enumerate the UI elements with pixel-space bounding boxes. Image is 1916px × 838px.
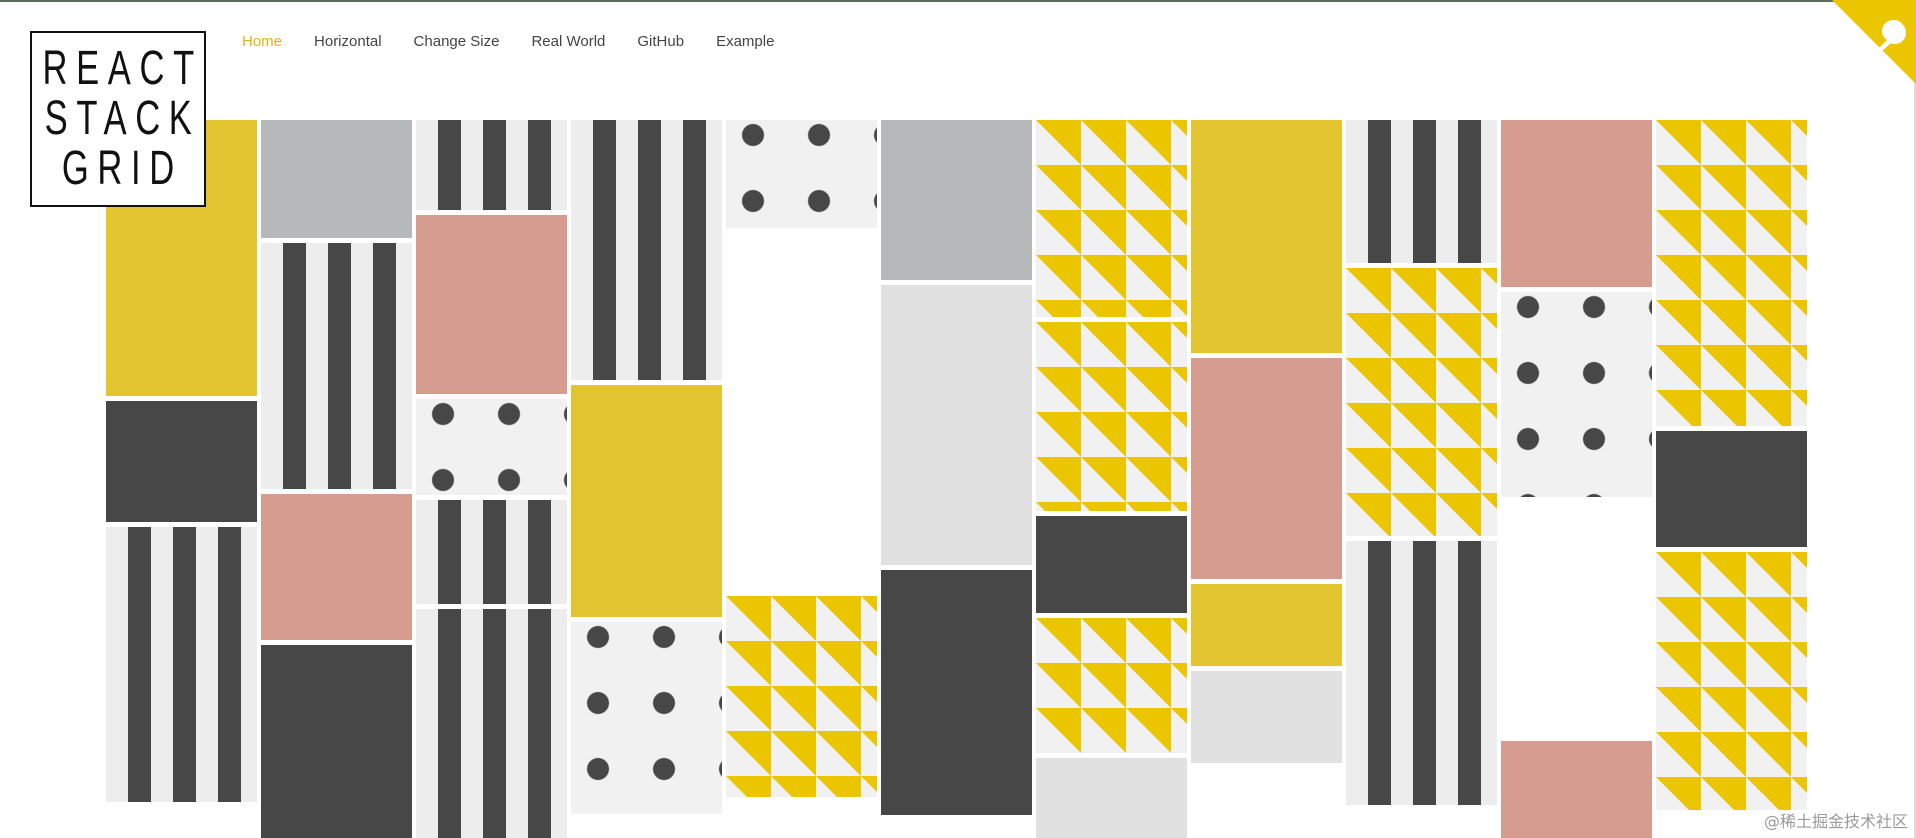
nav-github-link[interactable]: GitHub bbox=[637, 33, 684, 50]
grid-tile-pink bbox=[1501, 120, 1652, 287]
grid-tile-tri bbox=[1346, 268, 1497, 536]
grid-tile-pink bbox=[261, 494, 412, 640]
grid-tile-dark bbox=[1656, 431, 1807, 547]
nav-real-world-link[interactable]: Real World bbox=[531, 33, 605, 50]
logo-line: STACK bbox=[44, 92, 201, 145]
grid-tile-stripe bbox=[1346, 120, 1497, 263]
grid-tile-lavender bbox=[726, 233, 877, 411]
stack-grid bbox=[0, 0, 1916, 838]
grid-tile-tri bbox=[1036, 120, 1187, 317]
grid-tile-lavender bbox=[726, 416, 877, 591]
main-nav: Home Horizontal Change Size Real World G… bbox=[242, 33, 806, 50]
grid-tile-stripe bbox=[416, 609, 567, 838]
grid-tile-light bbox=[881, 285, 1032, 565]
grid-tile-yellow bbox=[571, 385, 722, 617]
nav-change-size-link[interactable]: Change Size bbox=[414, 33, 500, 50]
grid-tile-gray bbox=[261, 120, 412, 238]
grid-tile-tri bbox=[726, 596, 877, 797]
grid-tile-pink bbox=[1501, 741, 1652, 838]
grid-tile-dark bbox=[881, 570, 1032, 815]
grid-tile-stripe bbox=[416, 500, 567, 604]
logo[interactable]: REACT STACK GRID bbox=[30, 31, 206, 207]
logo-line: GRID bbox=[61, 142, 183, 195]
grid-tile-light bbox=[1036, 758, 1187, 838]
grid-tile-gray bbox=[881, 120, 1032, 280]
grid-tile-lavender bbox=[1501, 502, 1652, 736]
grid-tile-light bbox=[1191, 671, 1342, 763]
grid-tile-stripe bbox=[261, 243, 412, 489]
grid-tile-tri bbox=[1656, 552, 1807, 810]
grid-tile-dots bbox=[726, 120, 877, 228]
grid-tile-yellow bbox=[1191, 120, 1342, 353]
grid-tile-dots bbox=[416, 399, 567, 495]
grid-tile-dots bbox=[571, 622, 722, 814]
nav-home-link[interactable]: Home bbox=[242, 33, 282, 50]
nav-horizontal-link[interactable]: Horizontal bbox=[314, 33, 382, 50]
nav-example-link[interactable]: Example bbox=[716, 33, 774, 50]
grid-tile-stripe bbox=[106, 527, 257, 802]
logo-line: REACT bbox=[42, 42, 203, 95]
grid-tile-tri bbox=[1036, 322, 1187, 511]
grid-tile-dark bbox=[106, 401, 257, 522]
grid-tile-stripe bbox=[1346, 541, 1497, 805]
grid-tile-stripe bbox=[416, 120, 567, 210]
grid-tile-dots bbox=[1501, 292, 1652, 497]
grid-tile-dark bbox=[261, 645, 412, 838]
grid-tile-pink bbox=[416, 215, 567, 394]
grid-tile-yellow bbox=[1191, 584, 1342, 666]
grid-tile-pink bbox=[1191, 358, 1342, 579]
grid-tile-stripe bbox=[571, 120, 722, 380]
grid-tile-tri bbox=[1036, 618, 1187, 753]
watermark: @稀土掘金技术社区 bbox=[1763, 812, 1908, 831]
grid-tile-tri bbox=[1656, 120, 1807, 426]
github-corner-icon[interactable] bbox=[1832, 0, 1916, 84]
grid-tile-dark bbox=[1036, 516, 1187, 613]
